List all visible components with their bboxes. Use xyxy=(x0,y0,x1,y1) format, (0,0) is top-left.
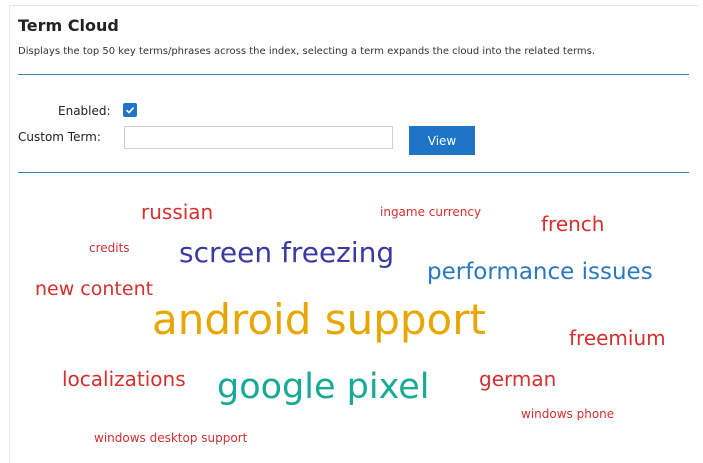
term-performance-issues[interactable]: performance issues xyxy=(427,261,653,284)
custom-term-label: Custom Term: xyxy=(18,130,101,144)
term-windows-phone[interactable]: windows phone xyxy=(521,408,614,420)
term-german[interactable]: german xyxy=(479,369,556,389)
page-title: Term Cloud xyxy=(18,16,119,35)
term-russian[interactable]: russian xyxy=(141,202,213,222)
term-windows-desktop-support[interactable]: windows desktop support xyxy=(94,432,247,444)
term-localizations[interactable]: localizations xyxy=(62,369,186,389)
term-freemium[interactable]: freemium xyxy=(569,328,666,348)
enabled-label: Enabled: xyxy=(58,104,111,118)
custom-term-input[interactable] xyxy=(124,126,393,149)
divider-top xyxy=(18,74,689,75)
enabled-checkbox[interactable] xyxy=(123,103,137,117)
page-description: Displays the top 50 key terms/phrases ac… xyxy=(18,46,596,57)
term-screen-freezing[interactable]: screen freezing xyxy=(179,239,394,267)
divider-bottom xyxy=(18,172,689,173)
term-google-pixel[interactable]: google pixel xyxy=(217,370,429,405)
checkmark-icon xyxy=(125,107,135,114)
term-french[interactable]: french xyxy=(541,214,604,234)
term-ingame-currency[interactable]: ingame currency xyxy=(380,206,481,218)
view-button[interactable]: View xyxy=(409,126,475,155)
term-android-support[interactable]: android support xyxy=(152,299,486,341)
term-new-content[interactable]: new content xyxy=(35,280,153,299)
term-credits[interactable]: credits xyxy=(89,242,130,254)
